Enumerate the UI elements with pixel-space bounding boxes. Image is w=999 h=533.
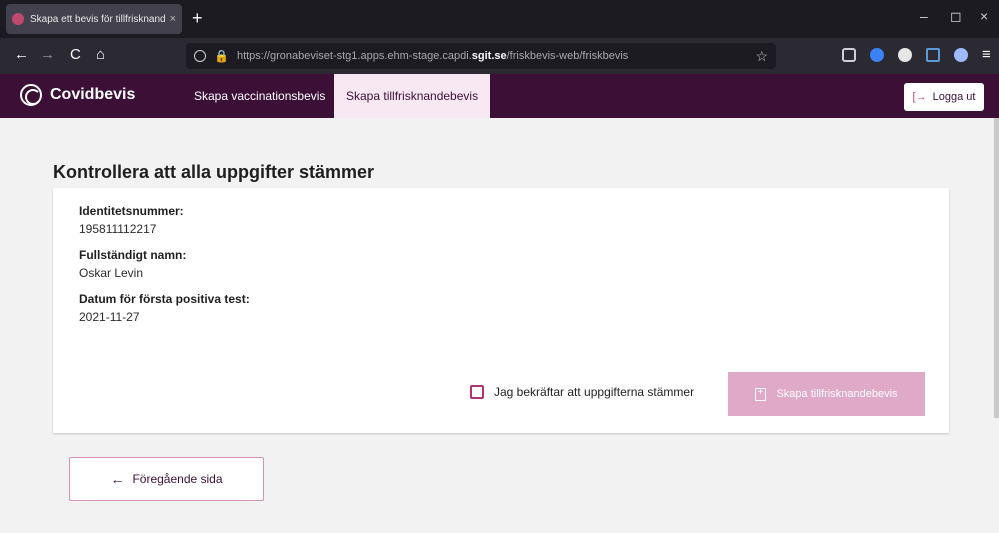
- document-add-icon: [755, 387, 767, 401]
- browser-tab[interactable]: Skapa ett bevis för tillfrisknande ×: [6, 4, 182, 34]
- home-icon[interactable]: ⌂: [96, 46, 105, 64]
- create-certificate-button[interactable]: Skapa tillfrisknandebevis: [728, 372, 925, 416]
- lock-icon[interactable]: 🔒: [214, 49, 229, 63]
- nav-tab-vaccination[interactable]: Skapa vaccinationsbevis: [182, 74, 337, 118]
- nav-tab-recovery[interactable]: Skapa tillfrisknandebevis: [334, 74, 491, 118]
- brand-logo[interactable]: Covidbevis: [20, 84, 135, 106]
- back-icon[interactable]: ←: [14, 46, 29, 64]
- create-button-label: Skapa tillfrisknandebevis: [776, 388, 898, 400]
- confirm-checkbox-row[interactable]: Jag bekräftar att uppgifterna stämmer: [470, 385, 694, 399]
- arrow-left-icon: ←: [110, 471, 125, 487]
- field-value-test-date: 2021-11-27: [79, 310, 140, 324]
- previous-page-label: Föregående sida: [132, 472, 223, 486]
- logout-button[interactable]: [→ Logga ut: [904, 83, 984, 111]
- tab-close-icon[interactable]: ×: [170, 13, 176, 25]
- field-label-id: Identitetsnummer:: [79, 204, 184, 218]
- logout-icon: [→: [912, 91, 927, 103]
- confirm-checkbox[interactable]: [470, 385, 484, 399]
- field-value-id: 195811112217: [79, 222, 157, 236]
- field-label-name: Fullständigt namn:: [79, 248, 187, 262]
- extension-icon[interactable]: [926, 48, 940, 62]
- extension-icon[interactable]: [870, 48, 884, 62]
- minimize-icon[interactable]: –: [920, 8, 928, 24]
- page-scrollbar[interactable]: [994, 118, 999, 418]
- page-title: Kontrollera att alla uppgifter stämmer: [53, 162, 375, 182]
- confirm-label: Jag bekräftar att uppgifterna stämmer: [494, 385, 695, 399]
- field-value-name: Oskar Levin: [79, 266, 144, 280]
- new-tab-button[interactable]: +: [192, 6, 203, 30]
- window-close-icon[interactable]: ×: [980, 8, 988, 24]
- browser-nav-bar: ← → C ⌂ 🔒 https://gronabeviset-stg1.apps…: [0, 38, 999, 74]
- field-label-test-date: Datum för första positiva test:: [79, 292, 250, 306]
- app-header: Covidbevis Skapa vaccinationsbevis Skapa…: [0, 74, 999, 118]
- reload-icon[interactable]: C: [70, 46, 81, 64]
- shield-icon[interactable]: [194, 50, 206, 62]
- forward-icon[interactable]: →: [40, 46, 55, 64]
- url-bar[interactable]: 🔒 https://gronabeviset-stg1.apps.ehm-sta…: [186, 43, 776, 69]
- restore-icon[interactable]: ◻: [950, 8, 962, 25]
- bookmark-star-icon[interactable]: ☆: [755, 48, 768, 65]
- extension-icon[interactable]: [954, 48, 968, 62]
- tab-title: Skapa ett bevis för tillfrisknande: [30, 13, 166, 25]
- logout-label: Logga ut: [932, 91, 976, 103]
- menu-icon[interactable]: ≡: [982, 46, 991, 64]
- favicon-icon: [12, 13, 24, 25]
- browser-tab-strip: Skapa ett bevis för tillfrisknande × + –…: [0, 0, 999, 38]
- pocket-icon[interactable]: [842, 48, 856, 62]
- url-text: https://gronabeviset-stg1.apps.ehm-stage…: [236, 50, 629, 62]
- previous-page-button[interactable]: ← Föregående sida: [69, 457, 264, 501]
- covidbevis-logo-icon: [20, 84, 42, 106]
- summary-card: Identitetsnummer: 195811112217 Fullständ…: [53, 188, 949, 433]
- extension-icon[interactable]: [898, 48, 912, 62]
- brand-name: Covidbevis: [50, 86, 136, 103]
